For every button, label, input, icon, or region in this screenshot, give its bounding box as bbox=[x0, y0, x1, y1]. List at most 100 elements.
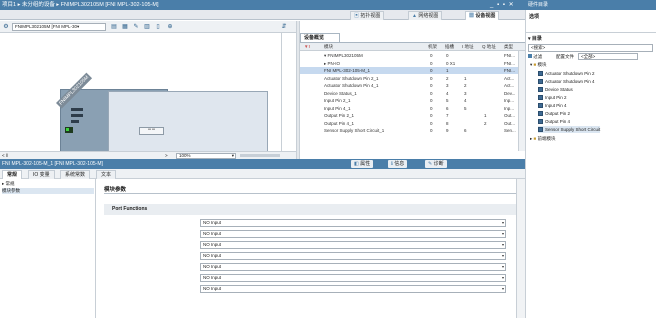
table-row[interactable]: FNI MPL-302-105-M_1 0 1 FNI... bbox=[300, 67, 525, 74]
col-type[interactable]: 类型 bbox=[504, 43, 513, 51]
table-row[interactable]: Input Pin 2_1 0 5 4 Inp... bbox=[300, 97, 525, 104]
catalog-item[interactable]: Input Pin 2 bbox=[538, 94, 567, 101]
nav-item-general[interactable]: ▸ 常规 bbox=[2, 181, 15, 187]
nav-item-module-parameters[interactable]: 模块参数 bbox=[2, 188, 94, 194]
col-rack[interactable]: 机架 bbox=[428, 43, 437, 51]
module-port-label: ▪▪▪ ▪▪▪ bbox=[139, 127, 164, 135]
catalog-search-input[interactable]: <搜索> bbox=[528, 44, 653, 52]
folder-modules[interactable]: ▾ ■ 模块 bbox=[530, 62, 546, 68]
tab-device-view[interactable]: ▦ 设备视图 bbox=[465, 11, 500, 20]
table-cell-module: Input Pin 2_1 bbox=[324, 98, 351, 103]
zoom-icon[interactable]: ⊕ bbox=[166, 23, 174, 31]
tab-system-constants[interactable]: 系统常数 bbox=[60, 170, 91, 179]
table-cell-rack: 0 bbox=[430, 98, 433, 103]
table-cell-slot: 7 bbox=[446, 113, 449, 118]
inspector-scrollbar[interactable] bbox=[516, 179, 525, 318]
device-select[interactable]: FNIMPL302105M [FNI MPL-30▾ bbox=[12, 23, 106, 31]
chevron-down-icon: ▾ bbox=[501, 275, 504, 280]
properties-button[interactable]: ◧ 属性 bbox=[351, 160, 374, 168]
tab-topology-view[interactable]: ▣ 拓扑视图 bbox=[350, 11, 385, 20]
catalog-item-label: Output Pin 2 bbox=[545, 111, 571, 116]
port-function-value: NO Input bbox=[203, 231, 222, 236]
filter-checkbox[interactable]: 过滤 bbox=[528, 54, 542, 60]
profile-label: 配置文件 bbox=[556, 54, 574, 59]
module-icon bbox=[538, 103, 543, 109]
table-cell-type: Inp... bbox=[504, 98, 515, 103]
catalog-item[interactable]: Sensor Supply Short Circuit bbox=[538, 126, 601, 133]
scroll-left[interactable]: < ‖ bbox=[2, 152, 8, 159]
catalog-item[interactable]: Input Pin 4 bbox=[538, 102, 567, 109]
catalog-item[interactable]: Output Pin 2 bbox=[538, 110, 570, 117]
module-icon bbox=[538, 87, 543, 93]
table-row[interactable]: ▾ FNIMPL302105M 0 0 FNI... bbox=[300, 52, 525, 59]
tab-device-overview[interactable]: 设备概览 bbox=[300, 33, 340, 42]
chevron-down-icon: ▾ bbox=[501, 220, 504, 225]
port-function-select[interactable]: NO Input ▾ bbox=[200, 285, 506, 293]
port-function-row: Function Port 1 Pin 4:NO Input▾ bbox=[96, 230, 516, 239]
scroll-right[interactable]: > bbox=[165, 152, 168, 159]
col-i-address[interactable]: I 地址 bbox=[462, 43, 474, 51]
tab-general[interactable]: 常规 bbox=[2, 170, 23, 179]
port-function-value: NO Input bbox=[203, 220, 222, 225]
port-function-select[interactable]: NO Input ▾ bbox=[200, 263, 506, 271]
catalog-section[interactable]: ▾ 目录 bbox=[528, 35, 542, 42]
diagnostics-button[interactable]: ✎ 诊断 bbox=[425, 160, 447, 168]
table-cell-i: 6 bbox=[464, 128, 467, 133]
info-button[interactable]: ℹ 信息 bbox=[388, 160, 408, 168]
folder-front-modules[interactable]: ▸ ■ 前端模块 bbox=[530, 136, 555, 142]
device-toolbar: ⚙ FNIMPL302105M [FNI MPL-30▾ ▤ ▦ ✎ ▥ ▯ ⊕… bbox=[0, 21, 296, 33]
status-led bbox=[65, 127, 73, 133]
catalog-item[interactable]: Actuator Shutdown Pin 2 bbox=[538, 70, 595, 77]
table-row[interactable]: Device Status_1 0 4 3 Dev... bbox=[300, 90, 525, 97]
table-cell-slot: 8 bbox=[446, 120, 449, 126]
tab-texts[interactable]: 文本 bbox=[96, 170, 117, 179]
zoom-slider[interactable] bbox=[240, 154, 280, 157]
device-tree-icon[interactable]: ⚙ bbox=[2, 23, 10, 31]
table-cell-module: FNI MPL-302-105-M_1 bbox=[324, 68, 371, 73]
table-row[interactable]: Actuator Shutdown Pin 4_1 0 3 2 Act... bbox=[300, 82, 525, 89]
profile-select[interactable]: <全部> bbox=[578, 53, 638, 60]
port-function-select[interactable]: NO Input ▾ bbox=[200, 274, 506, 282]
inspector-tab-bar: 常规 IO 变量 系统常数 文本 bbox=[0, 169, 525, 179]
catalog-item-label: Device Status bbox=[545, 87, 573, 92]
port-function-select[interactable]: NO Input ▾ bbox=[200, 230, 506, 238]
chevron-down-icon: ▾ bbox=[501, 231, 504, 236]
tab-network-view[interactable]: ▲ 网络视图 bbox=[408, 11, 443, 20]
catalog-item[interactable]: Output Pin 4 bbox=[538, 118, 570, 125]
table-cell-rack: 0 bbox=[430, 90, 433, 96]
table-row[interactable]: Output Pin 4_1 0 8 2 Out... bbox=[300, 120, 525, 127]
split-icon[interactable]: ⇵ bbox=[280, 23, 288, 31]
port-function-select[interactable]: NO Input ▾ bbox=[200, 219, 506, 227]
catalog-item[interactable]: Device Status bbox=[538, 86, 573, 93]
catalog-item[interactable]: Actuator Shutdown Pin 4 bbox=[538, 78, 595, 85]
options-bar: 选项 bbox=[525, 10, 656, 33]
table-row[interactable]: ▸ PN-IO 0 0 X1 FNI... bbox=[300, 60, 525, 67]
table-cell-rack: 0 bbox=[430, 105, 433, 111]
overview-scrollbar[interactable] bbox=[518, 51, 525, 151]
port-functions-group: Port Functions bbox=[104, 204, 516, 215]
tab-io-tags[interactable]: IO 变量 bbox=[28, 170, 55, 179]
col-slot[interactable]: 插槽 bbox=[445, 43, 454, 51]
page-icon[interactable]: ▯ bbox=[154, 23, 162, 31]
table-row[interactable]: Sensor Supply Short Circuit_1 0 9 6 Sen... bbox=[300, 127, 525, 134]
port-function-select[interactable]: NO Input ▾ bbox=[200, 241, 506, 249]
table-row[interactable]: Input Pin 4_1 0 6 5 Inp... bbox=[300, 105, 525, 112]
edit-icon[interactable]: ✎ bbox=[132, 23, 140, 31]
col-q-address[interactable]: Q 地址 bbox=[482, 43, 496, 51]
module-icon bbox=[538, 111, 543, 117]
table-row[interactable]: Actuator Shutdown Pin 2_1 0 2 1 Act... bbox=[300, 75, 525, 82]
table-cell-rack: 0 bbox=[430, 120, 433, 126]
table-cell-type: FNI... bbox=[504, 53, 515, 58]
table-row[interactable]: Output Pin 2_1 0 7 1 Out... bbox=[300, 112, 525, 119]
port-function-select[interactable]: NO Input ▾ bbox=[200, 252, 506, 260]
table-cell-module: Output Pin 4_1 bbox=[324, 120, 355, 126]
col-module[interactable]: 模块 bbox=[324, 43, 333, 51]
device-canvas[interactable]: ▪▪▪ ▪▪▪ FNIMPL302105M bbox=[0, 33, 282, 175]
network-view-icon[interactable]: ▤ bbox=[110, 23, 118, 31]
port-function-row: Function Port 6 Pin 4:NO Input▾ bbox=[96, 285, 516, 294]
options-label: 选项 bbox=[529, 14, 540, 20]
table-icon[interactable]: ▦ bbox=[121, 23, 129, 31]
filter-icon[interactable]: ▼! bbox=[304, 43, 310, 51]
grid-icon[interactable]: ▥ bbox=[143, 23, 151, 31]
port-function-value: NO Input bbox=[203, 242, 222, 247]
